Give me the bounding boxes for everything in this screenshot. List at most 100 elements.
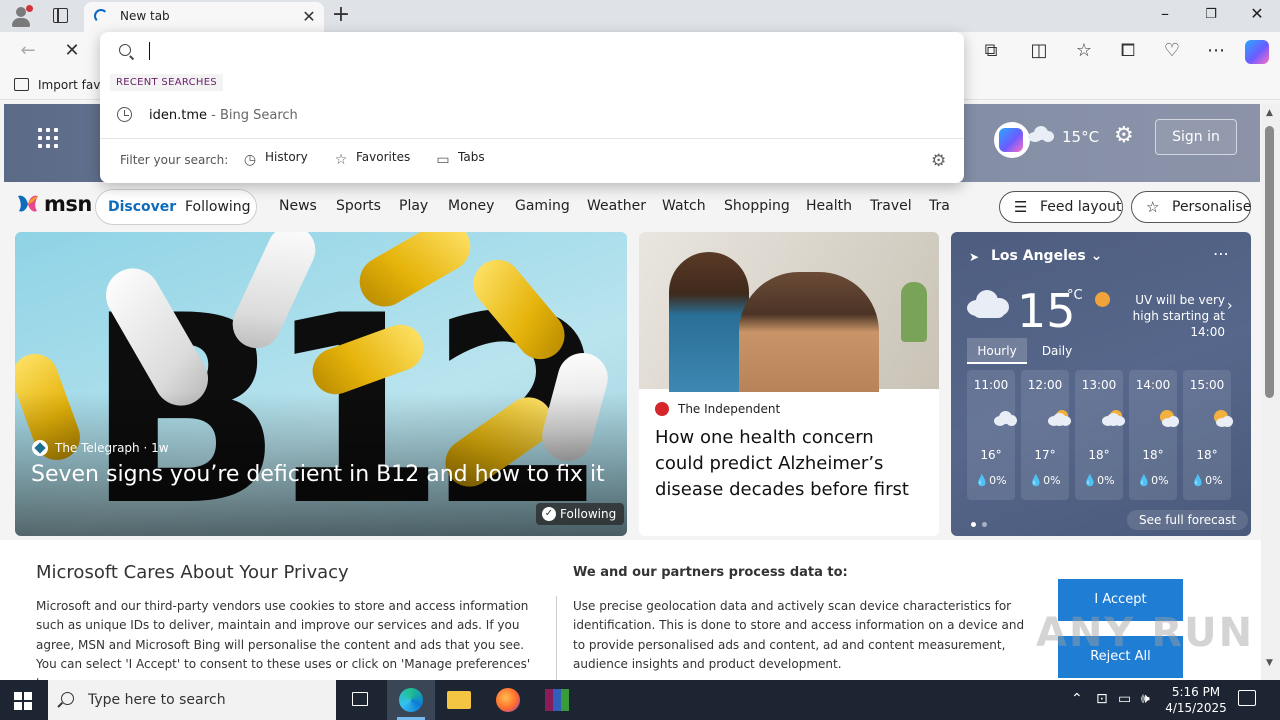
windows-start-icon[interactable]: [14, 692, 32, 710]
independent-logo-icon: [655, 402, 669, 416]
new-tab-button[interactable]: +: [331, 2, 351, 27]
restore-button[interactable]: ❐: [1196, 7, 1226, 22]
hour-temp: 18°: [1196, 448, 1218, 462]
nav-play[interactable]: Play: [399, 198, 428, 214]
settings-gear-icon[interactable]: ⚙: [1114, 123, 1134, 148]
collections-icon[interactable]: ⧠: [1115, 40, 1141, 61]
notifications-icon[interactable]: [1238, 690, 1256, 706]
taskbar-search[interactable]: Type here to search: [48, 680, 336, 720]
firefox-icon[interactable]: [484, 680, 532, 720]
story-source[interactable]: The Independent: [678, 402, 780, 416]
profile-icon[interactable]: [10, 5, 33, 27]
nav-sports[interactable]: Sports: [336, 198, 381, 214]
address-input[interactable]: [152, 40, 932, 62]
hour-column[interactable]: 11:00 16° 💧0%: [967, 370, 1017, 500]
story-headline[interactable]: Seven signs you’re deficient in B12 and …: [31, 462, 621, 487]
carousel-dots[interactable]: [971, 516, 993, 531]
filter-tabs-button[interactable]: ▭ Tabs: [436, 150, 484, 170]
task-view-icon[interactable]: [336, 680, 384, 720]
location-arrow-icon: ➤: [969, 250, 980, 264]
nav-health[interactable]: Health: [806, 198, 852, 214]
filter-favorites-label: Favorites: [356, 150, 411, 164]
tab-actions-icon[interactable]: [53, 8, 68, 23]
story-headline[interactable]: How one health concern could predict Alz…: [655, 425, 927, 503]
hour-column[interactable]: 12:00 17° 💧0%: [1021, 370, 1071, 500]
msn-copilot-icon[interactable]: [994, 122, 1030, 158]
gear-icon[interactable]: ⚙: [931, 151, 946, 171]
feed-layout-button[interactable]: ☰ Feed layout: [999, 191, 1123, 223]
tray-chevron-icon[interactable]: ⌃: [1071, 691, 1083, 707]
network-icon[interactable]: ▭: [1118, 691, 1131, 707]
chevron-right-icon[interactable]: ›: [1227, 298, 1233, 314]
scroll-thumb[interactable]: [1265, 126, 1274, 398]
nav-gaming[interactable]: Gaming: [515, 198, 570, 214]
story-source[interactable]: The Telegraph · 1w: [55, 441, 169, 455]
search-icon: [119, 44, 131, 56]
suggestion-item[interactable]: iden.tme - Bing Search: [149, 108, 298, 123]
more-options-icon[interactable]: ⋯: [1213, 244, 1229, 263]
tab-daily[interactable]: Daily: [1029, 338, 1085, 364]
volume-icon[interactable]: 🕪: [1141, 691, 1150, 707]
text-caret: [149, 42, 150, 60]
nav-news[interactable]: News: [279, 198, 317, 214]
top-story-card[interactable]: B12 The Telegraph · 1w Seven signs you’r…: [15, 232, 627, 536]
address-bar-dropdown: RECENT SEARCHES iden.tme - Bing Search F…: [100, 32, 964, 183]
hour-precip: 💧0%: [1137, 474, 1169, 487]
nav-watch[interactable]: Watch: [662, 198, 706, 214]
tab-hourly[interactable]: Hourly: [967, 338, 1027, 364]
divider: [100, 138, 964, 139]
following-label: Following: [560, 507, 617, 521]
personalise-button[interactable]: ☆ Personalise: [1131, 191, 1251, 223]
back-button[interactable]: ←: [15, 40, 41, 61]
copilot-icon[interactable]: [1245, 40, 1269, 64]
taskbar-clock[interactable]: 5:16 PM 4/15/2025: [1160, 684, 1232, 716]
weather-location[interactable]: Los Angeles ⌄: [991, 248, 1102, 264]
window-close-button[interactable]: ✕: [1242, 4, 1272, 23]
scroll-down-icon[interactable]: ▼: [1266, 658, 1273, 668]
weather-card[interactable]: ➤ Los Angeles ⌄ ⋯ 15 °C UV will be very …: [951, 232, 1251, 536]
scroll-up-icon[interactable]: ▲: [1266, 108, 1273, 118]
tab-following[interactable]: Following: [185, 199, 251, 215]
edge-taskbar-icon[interactable]: [387, 680, 435, 720]
sign-in-button[interactable]: Sign in: [1155, 119, 1237, 155]
loading-spinner-icon: [94, 9, 108, 23]
data-processing-body: Use precise geolocation data and activel…: [573, 599, 1025, 671]
hour-column[interactable]: 15:00 18° 💧0%: [1183, 370, 1233, 500]
close-tab-icon[interactable]: ✕: [300, 7, 318, 26]
anyrun-watermark: ANY RUN: [1036, 610, 1255, 656]
filter-favorites-button[interactable]: ☆ Favorites: [334, 150, 411, 170]
favorites-icon[interactable]: ☆: [1071, 40, 1097, 61]
see-full-forecast-link[interactable]: See full forecast: [1127, 510, 1249, 530]
clock-time: 5:16 PM: [1171, 685, 1221, 699]
minimize-button[interactable]: –: [1150, 4, 1180, 23]
more-options-icon[interactable]: ⋯: [1203, 40, 1229, 61]
nav-shopping[interactable]: Shopping: [724, 198, 790, 214]
page-scrollbar[interactable]: ▲ ▼: [1261, 104, 1280, 680]
apps-grid-icon[interactable]: [38, 128, 58, 148]
story-card[interactable]: The Independent How one health concern c…: [639, 232, 939, 536]
tab-new-tab[interactable]: New tab ✕: [84, 2, 324, 32]
hour-column[interactable]: 13:00 18° 💧0%: [1075, 370, 1125, 500]
temperature-unit[interactable]: °C: [1067, 288, 1083, 303]
tray-app-icon[interactable]: ⊡: [1096, 691, 1108, 707]
filter-history-button[interactable]: ◷ History: [243, 150, 308, 170]
split-screen-icon[interactable]: ◫: [1026, 40, 1052, 61]
tab-discover[interactable]: Discover: [108, 199, 176, 215]
file-explorer-icon[interactable]: [435, 680, 483, 720]
nav-money[interactable]: Money: [448, 198, 494, 214]
hour-precip: 💧0%: [975, 474, 1007, 487]
nav-travel[interactable]: Travel: [870, 198, 912, 214]
stop-loading-button[interactable]: ✕: [59, 40, 85, 61]
browser-essentials-icon[interactable]: ♡: [1159, 40, 1185, 61]
suggestion-text: iden.tme: [149, 108, 207, 123]
header-temperature[interactable]: 15°C: [1062, 128, 1099, 146]
winrar-icon[interactable]: [533, 680, 581, 720]
import-favorites-link[interactable]: Import favo: [38, 78, 108, 92]
nav-weather[interactable]: Weather: [587, 198, 646, 214]
hour-column[interactable]: 14:00 18° 💧0%: [1129, 370, 1179, 500]
history-icon: ◷: [243, 152, 257, 168]
uv-alert[interactable]: UV will be very high starting at 14:00: [1115, 292, 1225, 340]
following-chip[interactable]: ✓ Following: [536, 503, 625, 525]
nav-traffic[interactable]: Tra: [929, 198, 951, 214]
extensions-icon[interactable]: ⧉: [978, 40, 1004, 61]
